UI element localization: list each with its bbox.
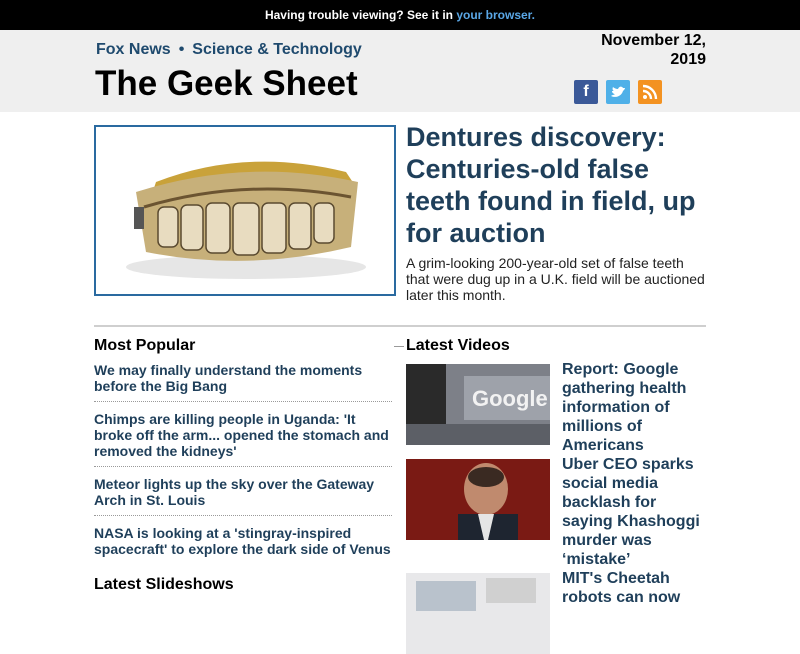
- video-thumbnail-uber-ceo[interactable]: [406, 459, 550, 540]
- date-line-2: 2019: [670, 51, 706, 68]
- twitter-bird-glyph: [611, 86, 625, 97]
- hero-headline-link[interactable]: Dentures discovery: Centuries-old false …: [406, 121, 716, 249]
- video-title-link[interactable]: MIT's Cheetah robots can now: [562, 569, 708, 607]
- issue-date: November 12, 2019: [566, 31, 706, 69]
- most-popular-heading: Most Popular: [94, 337, 196, 354]
- section-divider: [94, 325, 706, 327]
- most-popular-item[interactable]: Meteor lights up the sky over the Gatewa…: [94, 476, 392, 516]
- section-link[interactable]: Science & Technology: [192, 41, 362, 58]
- facebook-icon[interactable]: f: [574, 80, 598, 104]
- view-in-browser-link[interactable]: your browser.: [456, 8, 535, 22]
- rss-icon[interactable]: [638, 80, 662, 104]
- fox-news-link[interactable]: Fox News: [96, 41, 171, 58]
- svg-text:Google: Google: [472, 386, 548, 411]
- video-title-link[interactable]: Uber CEO sparks social media backlash fo…: [562, 455, 708, 569]
- latest-slideshows-heading: Latest Slideshows: [94, 576, 234, 593]
- newsletter-title: The Geek Sheet: [95, 64, 358, 103]
- most-popular-item[interactable]: We may finally understand the moments be…: [94, 362, 392, 402]
- brand-line: Fox News • Science & Technology: [96, 41, 362, 59]
- most-popular-item[interactable]: NASA is looking at a 'stingray-inspired …: [94, 525, 392, 557]
- notice-text: Having trouble viewing? See it in: [264, 8, 453, 22]
- date-line-1: November 12,: [601, 32, 706, 49]
- top-notice-bar: Having trouble viewing? See it in your b…: [0, 0, 800, 30]
- latest-videos-heading: Latest Videos: [394, 337, 510, 354]
- most-popular-item[interactable]: Chimps are killing people in Uganda: 'It…: [94, 411, 392, 467]
- video-thumbnail-mit-cheetah[interactable]: [406, 573, 550, 654]
- twitter-icon[interactable]: [606, 80, 630, 104]
- rss-glyph: [642, 84, 658, 100]
- dentures-illustration: [96, 127, 394, 294]
- video-thumbnail-google[interactable]: Google: [406, 364, 550, 445]
- hero-image-dentures[interactable]: [94, 125, 396, 296]
- video-title-link[interactable]: Report: Google gathering health informat…: [562, 360, 708, 455]
- most-popular-list: We may finally understand the moments be…: [94, 362, 392, 557]
- hero-description: A grim-looking 200-year-old set of false…: [406, 255, 705, 303]
- separator-dot: •: [178, 41, 185, 58]
